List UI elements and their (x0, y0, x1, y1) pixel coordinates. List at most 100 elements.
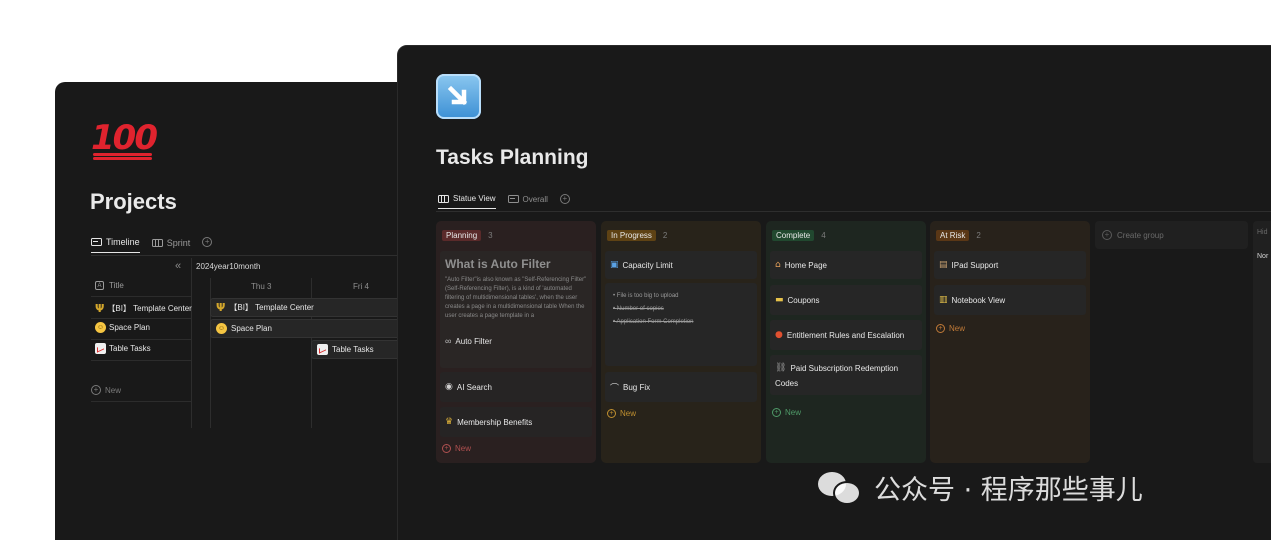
plus-icon: + (442, 444, 451, 453)
link-icon: ⛓ (775, 363, 787, 373)
tab-overall[interactable]: Overall (507, 194, 548, 209)
watermark-text: 公众号 · 程序那些事儿 (874, 475, 1143, 506)
collapse-icon[interactable]: « (175, 260, 181, 272)
page-title: Tasks Planning (436, 146, 589, 169)
board-card[interactable]: ◉ AI Search (440, 372, 592, 402)
checklist-item: File is too big to upload (613, 293, 749, 299)
view-tabs: Statue View Overall + (438, 194, 570, 209)
bar-label: 【BI】 Template Center (229, 303, 314, 312)
bug-icon: ⌒ (610, 383, 620, 394)
card-label: Home Page (784, 260, 827, 270)
notebook-icon: ▥ (939, 295, 948, 305)
card-label: AI Search (456, 382, 492, 392)
status-badge: Complete (772, 230, 815, 241)
view-tabs: Timeline Sprint + (91, 237, 213, 253)
board-column-complete: Complete 4 ⌂ Home Page ▬ Coupons ● Entit… (766, 221, 926, 463)
smile-icon: ☺ (216, 323, 227, 334)
card-label: Coupons (787, 295, 820, 305)
tab-sprint[interactable]: Sprint (151, 237, 191, 253)
tab-statue-view[interactable]: Statue View (438, 194, 496, 209)
new-label: New (785, 408, 802, 417)
chart-icon (317, 344, 328, 355)
board-card[interactable]: ▥ Notebook View (934, 285, 1086, 315)
list-item[interactable]: Ψ 【BI】 Template Center (95, 302, 192, 315)
board-card[interactable]: ⛓ Paid Subscription Redemption Codes (770, 355, 922, 395)
plus-icon: + (91, 385, 101, 395)
trident-icon: Ψ (216, 301, 226, 314)
column-header: Planning 3 (442, 230, 493, 241)
card-link: ∞ Auto Filter (445, 336, 587, 346)
new-button[interactable]: + New (91, 385, 121, 395)
canvas: 100 Projects Timeline Sprint + « 2024yea… (0, 0, 1271, 540)
ipad-icon: ▤ (939, 260, 948, 270)
bar-label: Space Plan (231, 324, 272, 333)
new-label: New (455, 444, 472, 453)
checklist-item: Application Form Completion (613, 319, 749, 325)
hidden-group-item[interactable]: Nor (1257, 253, 1268, 260)
tab-label: Overall (522, 194, 548, 204)
hidden-groups-label: Hid (1257, 229, 1268, 236)
add-view-icon[interactable]: + (202, 237, 213, 247)
board-card[interactable]: ● Entitlement Rules and Escalation (770, 320, 922, 350)
plus-icon: + (772, 408, 781, 417)
board-card[interactable]: ▤ IPad Support (934, 251, 1086, 279)
tasks-window: Tasks Planning Statue View Overall + Pla… (397, 45, 1271, 540)
tab-label: Sprint (166, 237, 191, 248)
board-card[interactable]: ⌂ Home Page (770, 251, 922, 279)
checklist: File is too big to upload Number of copi… (605, 283, 757, 366)
tab-timeline[interactable]: Timeline (91, 237, 140, 253)
status-badge: Planning (442, 230, 482, 241)
card-label: Membership Benefits (457, 417, 533, 427)
new-card-button[interactable]: + New (772, 408, 801, 417)
board-column-in-progress: In Progress 2 ▣ Capacity Limit File is t… (601, 221, 761, 463)
card-label: IPad Support (951, 260, 999, 270)
board-column-planning: Planning 3 What is Auto Filter "Auto Fil… (436, 221, 596, 463)
column-label: Title (109, 281, 124, 290)
arrow-down-right-icon (436, 74, 481, 119)
board-column-at-risk: At Risk 2 ▤ IPad Support ▥ Notebook View… (930, 221, 1090, 463)
table-icon (151, 238, 163, 247)
board-card[interactable]: What is Auto Filter "Auto Filter"is also… (440, 251, 592, 368)
hidden-groups-column: Hid Nor (1253, 221, 1271, 463)
row-label: 【BI】 Template Center (107, 304, 192, 313)
smile-icon: ☺ (95, 322, 106, 333)
crown-icon: ♛ (445, 417, 454, 427)
timeline-icon (91, 238, 102, 246)
new-label: New (620, 409, 637, 418)
inbox-icon: ▣ (610, 260, 619, 270)
hundred-emoji-icon: 100 (91, 118, 158, 158)
card-title: What is Auto Filter (445, 257, 551, 271)
lantern-icon: ● (775, 330, 783, 340)
new-label: New (105, 385, 122, 395)
card-link-label: Auto Filter (455, 336, 492, 346)
column-count: 2 (662, 231, 668, 240)
wechat-icon (818, 470, 864, 506)
column-header: Complete 4 (772, 230, 826, 241)
plus-icon: + (936, 324, 945, 333)
new-card-button[interactable]: + New (607, 409, 636, 418)
card-description: "Auto Filter"is also known as "Self-Refe… (445, 277, 587, 319)
board-icon (438, 194, 449, 203)
board-card[interactable]: ♛ Membership Benefits (440, 407, 592, 437)
tab-label: Statue View (453, 194, 496, 203)
plus-icon: + (607, 409, 616, 418)
board-card[interactable]: ▣ Capacity Limit (605, 251, 757, 279)
board-card[interactable]: ▬ Coupons (770, 285, 922, 315)
ticket-icon: ▬ (775, 295, 784, 305)
watermark: 公众号 · 程序那些事儿 (818, 468, 1143, 507)
day-header: Fri 4 (353, 282, 369, 291)
column-header: In Progress 2 (607, 230, 667, 241)
add-view-icon[interactable]: + (559, 194, 570, 204)
new-card-button[interactable]: + New (442, 444, 471, 453)
row-label: Table Tasks (109, 344, 151, 353)
new-card-button[interactable]: + New (936, 324, 965, 333)
new-label: New (949, 324, 966, 333)
list-item[interactable]: Table Tasks (95, 343, 151, 354)
list-item[interactable]: ☺ Space Plan (95, 322, 150, 333)
create-group-button[interactable]: + Create group (1095, 221, 1248, 249)
create-group-label: Create group (1117, 230, 1164, 240)
status-badge: In Progress (607, 230, 656, 241)
board-card[interactable]: ⌒ Bug Fix (605, 372, 757, 402)
title-column-header: A Title (95, 281, 124, 290)
column-count: 2 (976, 231, 981, 240)
